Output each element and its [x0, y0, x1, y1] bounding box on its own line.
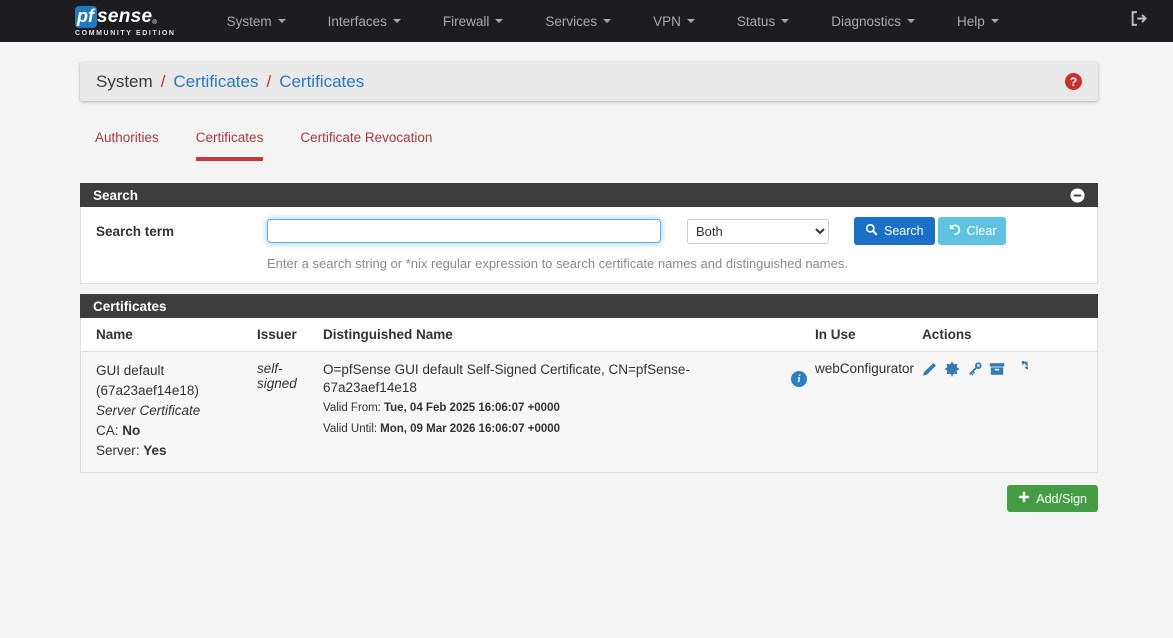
- search-panel-title: Search: [93, 188, 138, 203]
- logout-button[interactable]: [1130, 10, 1147, 32]
- nav-item-services[interactable]: Services: [524, 0, 632, 42]
- certificate-name: GUI default (67a23aef14e18): [96, 361, 249, 401]
- nav-item-label: System: [227, 14, 272, 29]
- chevron-down-icon: [603, 19, 611, 23]
- page-footer: Add/Sign: [80, 485, 1098, 512]
- export-p12-archive-icon[interactable]: [989, 361, 1005, 380]
- top-navbar: pfsense® COMMUNITY EDITION System Interf…: [0, 0, 1173, 42]
- nav-item-label: Services: [545, 14, 597, 29]
- breadcrumb-separator: /: [161, 72, 166, 92]
- clear-button[interactable]: Clear: [938, 217, 1007, 245]
- tab-certificates[interactable]: Certificates: [196, 130, 264, 161]
- certificates-table: Name Issuer Distinguished Name In Use Ac…: [81, 318, 1097, 472]
- certificate-valid-from: Valid From:Tue, 04 Feb 2025 16:06:07 +00…: [323, 399, 807, 418]
- column-header-distinguished-name: Distinguished Name: [323, 318, 815, 352]
- certificate-type: Server Certificate: [96, 401, 249, 421]
- search-type-select[interactable]: Both: [687, 219, 829, 244]
- edit-pencil-icon[interactable]: [922, 362, 937, 380]
- nav-item-label: Diagnostics: [831, 14, 901, 29]
- collapse-panel-icon[interactable]: [1070, 188, 1085, 203]
- chevron-down-icon: [687, 19, 695, 23]
- pfsense-logo-pf-tile: pf: [75, 6, 97, 28]
- nav-item-label: Firewall: [443, 14, 490, 29]
- column-header-issuer: Issuer: [257, 318, 323, 352]
- tab-certificate-revocation[interactable]: Certificate Revocation: [300, 130, 432, 161]
- tab-authorities[interactable]: Authorities: [95, 130, 159, 161]
- chevron-down-icon: [495, 19, 503, 23]
- chevron-down-icon: [907, 19, 915, 23]
- search-panel-body: Search term Both Search Clear Enter a se…: [80, 207, 1098, 284]
- column-header-name: Name: [81, 318, 257, 352]
- nav-item-label: Interfaces: [328, 14, 387, 29]
- registered-mark: ®: [152, 20, 156, 26]
- pfsense-logo-sense: sense: [97, 6, 152, 28]
- column-header-actions: Actions: [922, 318, 1097, 352]
- certificate-distinguished-name: O=pfSense GUI default Self-Signed Certif…: [323, 361, 782, 397]
- certificate-in-use: webConfigurator: [815, 352, 922, 473]
- breadcrumb-system: System: [96, 72, 153, 92]
- sign-out-icon: [1130, 10, 1147, 32]
- column-header-in-use: In Use: [815, 318, 922, 352]
- nav-item-label: Help: [957, 14, 985, 29]
- search-hint-text: Enter a search string or *nix regular ex…: [267, 256, 1083, 271]
- renew-icon[interactable]: [1012, 361, 1028, 380]
- add-sign-button[interactable]: Add/Sign: [1007, 485, 1098, 512]
- search-button[interactable]: Search: [854, 217, 935, 245]
- chevron-down-icon: [781, 19, 789, 23]
- certificate-actions: [922, 352, 1097, 473]
- help-icon[interactable]: ?: [1065, 73, 1082, 90]
- chevron-down-icon: [278, 19, 286, 23]
- nav-item-firewall[interactable]: Firewall: [422, 0, 525, 42]
- nav-item-system[interactable]: System: [206, 0, 307, 42]
- pfsense-logo[interactable]: pfsense® COMMUNITY EDITION: [75, 6, 176, 37]
- breadcrumb-certificates-link[interactable]: Certificates: [173, 72, 258, 92]
- info-icon[interactable]: i: [791, 371, 807, 387]
- certificates-panel-header: Certificates: [80, 294, 1098, 318]
- export-certificate-seal-icon[interactable]: [944, 361, 960, 380]
- search-term-label: Search term: [96, 224, 267, 239]
- certificate-row: GUI default (67a23aef14e18) Server Certi…: [81, 352, 1097, 473]
- breadcrumb-certificates-page-link[interactable]: Certificates: [279, 72, 364, 92]
- breadcrumb-separator: /: [266, 72, 271, 92]
- pfsense-logo-wordmark: pfsense®: [75, 6, 176, 28]
- nav-item-vpn[interactable]: VPN: [632, 0, 716, 42]
- search-panel-header: Search: [80, 183, 1098, 207]
- clear-button-label: Clear: [967, 224, 997, 238]
- plus-icon: [1018, 491, 1030, 506]
- certificates-panel-body: Name Issuer Distinguished Name In Use Ac…: [80, 318, 1098, 473]
- navbar-menu: System Interfaces Firewall Services VPN …: [206, 0, 1130, 42]
- search-button-label: Search: [884, 224, 924, 238]
- table-header-row: Name Issuer Distinguished Name In Use Ac…: [81, 318, 1097, 352]
- certificate-server-flag: Server: Yes: [96, 441, 249, 461]
- certificate-issuer: self-signed: [257, 352, 323, 473]
- nav-item-status[interactable]: Status: [716, 0, 810, 42]
- search-input[interactable]: [267, 219, 661, 243]
- page-tabs: Authorities Certificates Certificate Rev…: [95, 130, 1095, 161]
- add-sign-button-label: Add/Sign: [1036, 492, 1087, 506]
- certificates-panel: Certificates Name Issuer Distinguished N…: [80, 294, 1098, 473]
- certificate-ca-flag: CA: No: [96, 421, 249, 441]
- nav-item-diagnostics[interactable]: Diagnostics: [810, 0, 936, 42]
- certificate-valid-until: Valid Until:Mon, 09 Mar 2026 16:06:07 +0…: [323, 420, 807, 439]
- search-panel: Search Search term Both Search Clear: [80, 183, 1098, 284]
- nav-item-interfaces[interactable]: Interfaces: [307, 0, 422, 42]
- community-edition-label: COMMUNITY EDITION: [75, 30, 176, 37]
- nav-item-label: Status: [737, 14, 775, 29]
- breadcrumb: System / Certificates / Certificates ?: [80, 62, 1098, 101]
- nav-item-help[interactable]: Help: [936, 0, 1020, 42]
- nav-item-label: VPN: [653, 14, 681, 29]
- chevron-down-icon: [991, 19, 999, 23]
- search-icon: [865, 223, 878, 239]
- export-key-icon[interactable]: [967, 361, 983, 380]
- certificates-panel-title: Certificates: [93, 299, 167, 314]
- chevron-down-icon: [393, 19, 401, 23]
- undo-icon: [948, 223, 961, 239]
